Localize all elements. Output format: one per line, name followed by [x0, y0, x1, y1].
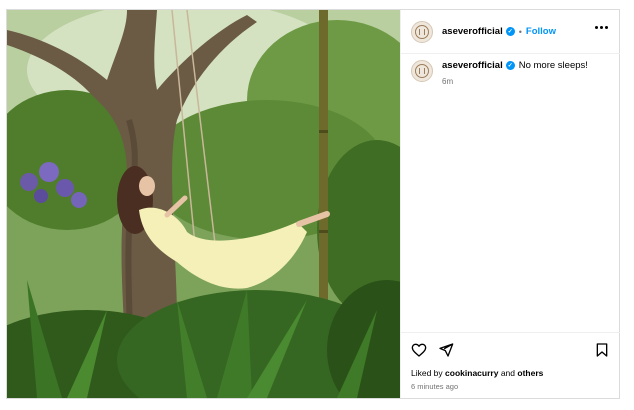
header-username[interactable]: aseverofficial [442, 26, 503, 37]
post-photo[interactable] [7, 10, 400, 398]
caption-avatar[interactable] [411, 60, 433, 82]
more-options-icon[interactable] [595, 26, 608, 29]
post-timestamp[interactable]: 6 minutes ago [411, 382, 610, 391]
avatar[interactable] [411, 20, 433, 43]
verified-badge-icon: ✓ [505, 27, 515, 36]
heart-icon[interactable] [411, 342, 427, 358]
post-actions: Liked by cookinacurry and others 6 minut… [401, 332, 620, 398]
likes-summary: Liked by cookinacurry and others [411, 368, 610, 378]
paper-plane-icon[interactable] [438, 342, 454, 358]
liked-prefix: Liked by [411, 368, 443, 378]
photo-illustration [7, 10, 400, 398]
post-side-panel: aseverofficial ✓ • Follow aseverofficial… [400, 10, 620, 398]
header-separator: • [518, 26, 522, 37]
liked-and: and [500, 368, 515, 378]
caption-text: No more sleeps! [518, 60, 588, 71]
post-header: aseverofficial ✓ • Follow [401, 10, 620, 54]
liked-user-link[interactable]: cookinacurry [445, 368, 498, 378]
follow-button[interactable]: Follow [526, 26, 556, 37]
caption-timestamp[interactable]: 6m [442, 77, 588, 86]
caption-verified-badge-icon: ✓ [505, 61, 515, 70]
instagram-post: aseverofficial ✓ • Follow aseverofficial… [6, 9, 620, 399]
liked-others-link[interactable]: others [517, 368, 543, 378]
caption-username[interactable]: aseverofficial [442, 60, 503, 71]
bookmark-icon[interactable] [594, 342, 610, 358]
post-caption: aseverofficial ✓ No more sleeps! 6m [411, 60, 611, 86]
